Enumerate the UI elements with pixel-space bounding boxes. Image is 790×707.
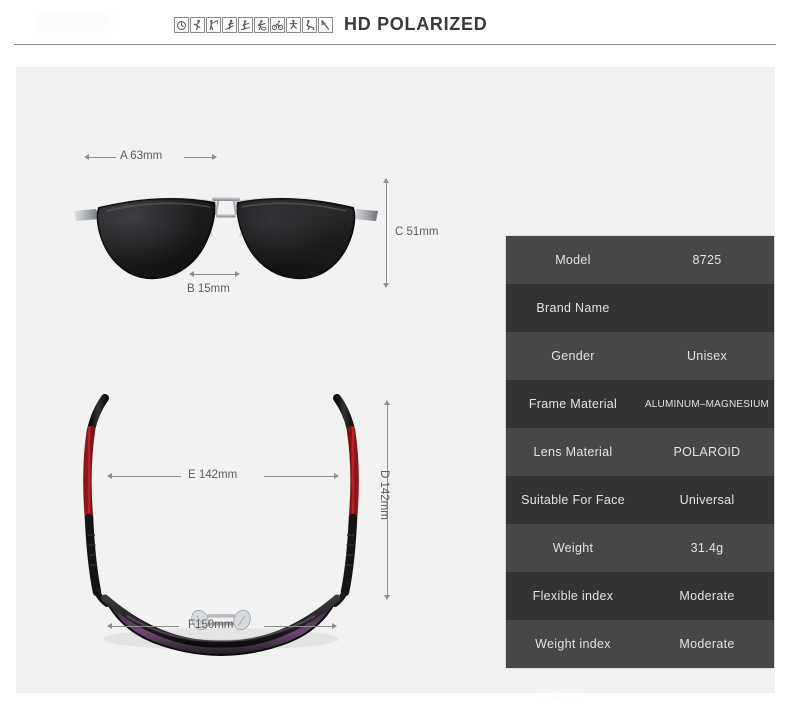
page-title: HD POLARIZED <box>344 14 488 34</box>
spec-row: Suitable For Face Universal <box>506 476 774 524</box>
spec-key: Weight index <box>535 637 611 651</box>
fishing-icon <box>206 17 221 33</box>
dim-b-arrow-left <box>189 271 194 277</box>
spec-value: POLAROID <box>673 445 741 459</box>
skating-icon <box>286 17 301 33</box>
climbing-icon <box>238 17 253 33</box>
dim-d-arrow-top <box>384 400 390 405</box>
brand-watermark <box>38 14 110 31</box>
dim-f-arrow-left <box>107 623 112 629</box>
dim-d-arrow-bottom <box>384 595 390 600</box>
dim-a-label: A 63mm <box>120 150 163 162</box>
spec-key: Weight <box>552 541 594 555</box>
dim-e-label: E 142mm <box>188 469 238 481</box>
skiing-icon <box>222 17 237 33</box>
dim-d-label: D 142mm <box>378 470 390 520</box>
spec-key: Model <box>555 253 591 267</box>
dim-b-label: B 15mm <box>187 283 230 295</box>
spec-row: Frame Material ALUMINUM–MAGNESIUM <box>506 380 774 428</box>
golf-icon <box>302 17 317 33</box>
spec-row: Flexible index Moderate <box>506 572 774 620</box>
spec-value: 31.4g <box>690 541 724 555</box>
spec-row: Weight index Moderate <box>506 620 774 668</box>
motorcycle-icon <box>254 17 269 33</box>
dim-e-arrow-left <box>107 473 112 479</box>
page-header: HD POLARIZED <box>0 0 790 46</box>
dim-f-label: F150mm <box>188 619 234 631</box>
spec-key: Brand Name <box>536 301 610 315</box>
spec-row: Brand Name <box>506 284 774 332</box>
spec-key: Flexible index <box>532 589 614 603</box>
spec-row: Gender Unisex <box>506 332 774 380</box>
running-icon <box>190 17 205 33</box>
spec-key: Gender <box>551 349 595 363</box>
dim-e-line-left <box>111 476 181 477</box>
spec-value: Moderate <box>679 637 735 651</box>
dim-e-line-right <box>264 476 334 477</box>
dim-a-arrow-right <box>212 154 217 160</box>
dim-b-line <box>193 274 235 275</box>
activity-pictogram-strip <box>174 17 333 33</box>
spec-value: Moderate <box>679 589 735 603</box>
sunglasses-front-view <box>66 167 386 287</box>
dim-c-arrow-top <box>383 178 389 183</box>
spec-key: Lens Material <box>533 445 613 459</box>
spec-key: Suitable For Face <box>521 493 625 507</box>
dim-c-label: C 51mm <box>395 226 439 238</box>
hiking-icon <box>318 17 333 33</box>
product-detail-panel: A 63mm B 15mm C 51mm D 142mm E 142mm F15… <box>16 67 775 703</box>
cycling-icon <box>270 17 285 33</box>
spec-value: Universal <box>679 493 735 507</box>
dim-a-line-right <box>184 157 212 158</box>
dim-f-line-right <box>264 626 332 627</box>
sun-icon <box>174 17 189 33</box>
dim-e-arrow-right <box>334 473 339 479</box>
spec-row: Model 8725 <box>506 236 774 284</box>
spec-value: Unisex <box>686 349 727 363</box>
spec-value: 8725 <box>692 253 722 267</box>
spec-row: Lens Material POLAROID <box>506 428 774 476</box>
spec-key: Frame Material <box>528 397 618 411</box>
dim-a-arrow-left <box>84 154 89 160</box>
dim-b-arrow-right <box>235 271 240 277</box>
spec-row: Weight 31.4g <box>506 524 774 572</box>
header-divider <box>14 44 776 45</box>
dim-c-arrow-bottom <box>383 283 389 288</box>
spec-value: ALUMINUM–MAGNESIUM <box>644 398 770 410</box>
specification-table: Model 8725 Brand Name Gender Unisex Frame Mat… <box>505 235 775 669</box>
dim-f-line-left <box>111 626 179 627</box>
ghost-measurement-text: 148mm <box>540 688 584 703</box>
dim-c-line <box>386 183 387 283</box>
dim-a-line-left <box>88 157 116 158</box>
dim-f-arrow-right <box>332 623 337 629</box>
